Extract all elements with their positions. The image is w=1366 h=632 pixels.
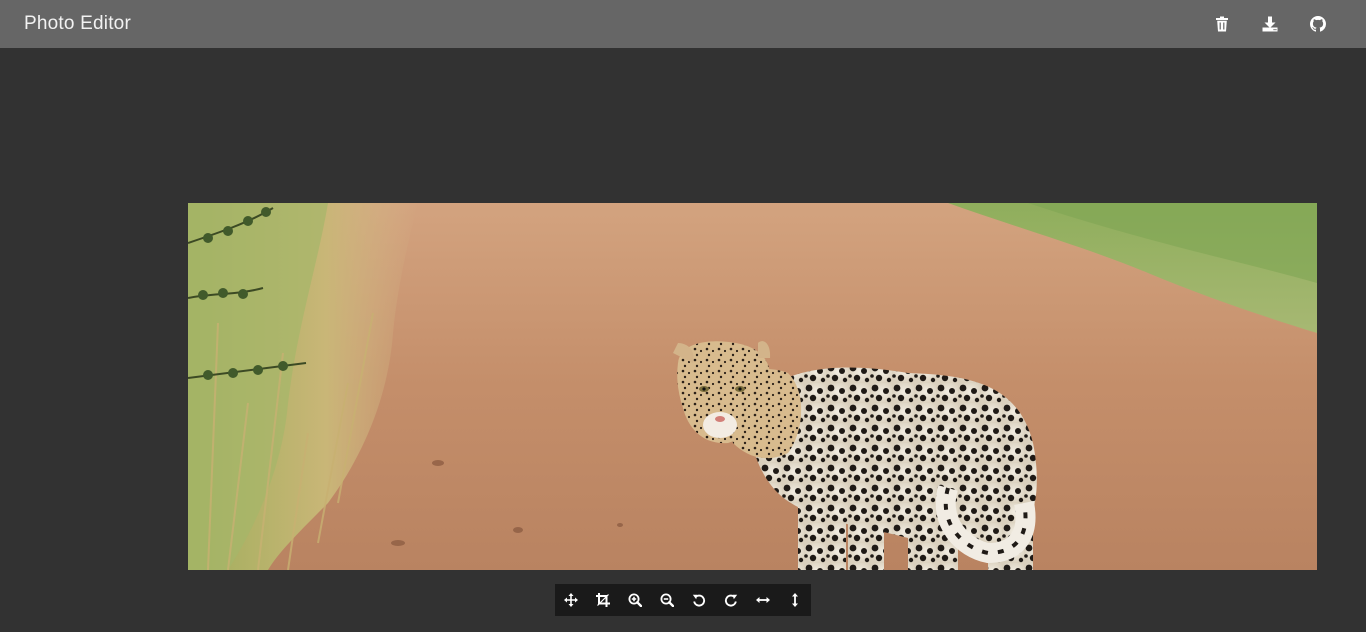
flip-vertical-button[interactable] (779, 584, 811, 616)
app-header: Photo Editor (0, 0, 1366, 48)
move-icon (564, 593, 578, 607)
download-button[interactable] (1246, 0, 1294, 48)
zoom-in-icon (628, 593, 642, 607)
flip-horizontal-icon (756, 593, 770, 607)
zoom-in-button[interactable] (619, 584, 651, 616)
rotate-left-icon (692, 593, 706, 607)
trash-icon (1215, 16, 1229, 32)
zoom-out-button[interactable] (651, 584, 683, 616)
app-title: Photo Editor (24, 13, 131, 34)
rotate-left-button[interactable] (683, 584, 715, 616)
flip-vertical-icon (788, 593, 802, 607)
move-button[interactable] (555, 584, 587, 616)
editing-toolbar (555, 584, 811, 616)
rotate-right-icon (724, 593, 738, 607)
github-button[interactable] (1294, 0, 1342, 48)
zoom-out-icon (660, 593, 674, 607)
photo-image[interactable] (188, 203, 1317, 570)
download-icon (1262, 16, 1278, 32)
flip-horizontal-button[interactable] (747, 584, 779, 616)
crop-icon (596, 593, 610, 607)
delete-button[interactable] (1198, 0, 1246, 48)
header-actions (1198, 0, 1342, 48)
github-icon (1310, 16, 1326, 32)
rotate-right-button[interactable] (715, 584, 747, 616)
crop-button[interactable] (587, 584, 619, 616)
